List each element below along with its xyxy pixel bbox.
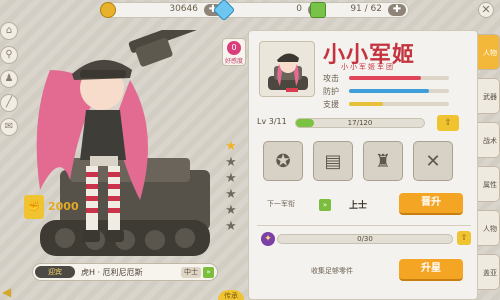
game-screen: 30646 ✚ 0 ✚ 91 / 62 ✚ ✕ ⌂ ⚲ ♟ ╱ ✉ ◀ [0,0,500,300]
tab-attributes[interactable]: 属性 [478,166,500,202]
tab-character-2[interactable]: 人物 [478,210,500,246]
fragment-track: 0/30 [277,234,453,244]
xp-track: 17/120 [295,118,425,128]
right-tab-bar: 人物 武器 战术 属性 人物 盖亚 [478,34,500,298]
search-icon[interactable]: ⚲ [0,46,18,64]
resource-bar: 30646 ✚ 0 ✚ 91 / 62 ✚ [95,0,455,22]
divider [257,225,471,226]
stamina-icon [310,2,326,18]
stat-support: 支援 [323,99,463,109]
game-logo-subtitle: 小小军姬军团 [341,63,395,71]
stamina-value: 91 / 62 [350,4,382,14]
combat-power-value: 2000 [48,200,79,213]
tab-tactics[interactable]: 战术 [478,122,500,158]
equipment-row: ✪ ▤ ♜ ✕ [257,141,471,185]
gold-counter: 30646 ✚ [100,2,225,18]
favor-badge[interactable]: 0 好感度 [222,38,246,66]
promote-button[interactable]: 晋升 [399,193,463,215]
star-up-button[interactable]: 升星 [399,259,463,281]
character-illustration [20,15,230,270]
favor-label: 好感度 [224,58,243,65]
tab-character[interactable]: 人物 [478,34,500,70]
fragment-progress-text: 0/30 [357,235,373,243]
fist-icon: ✊ [24,195,44,219]
character-rank: 中士 [181,267,201,278]
tank-girl-art [36,15,210,256]
close-button[interactable]: ✕ [478,2,494,18]
medal-icon[interactable]: ✪ [263,141,303,181]
collect-hint: 收集足够零件 [311,267,353,275]
level-label: Lv 3/11 [257,117,287,126]
character-name: 虎H · 厄利尼厄斯 [81,268,143,277]
fragment-row: ✦ 0/30 ⇧ [257,231,471,247]
stat-fill [349,102,383,106]
star-icon: ★ [225,171,237,186]
stat-track [349,89,449,93]
stat-attack: 攻击 [323,73,463,83]
character-name-bar: 迎宾 虎H · 厄利尼厄斯 中士 » [32,263,218,281]
coin-icon [100,2,116,18]
stat-fill [349,76,421,80]
stat-label: 防护 [323,87,339,96]
next-rank-value: 上士 [349,201,368,211]
prev-character-arrow-icon[interactable]: ◀ [2,285,14,299]
stat-fill [349,89,429,93]
star-icon: ★ [225,139,237,154]
fragment-add-button[interactable]: ⇧ [457,231,471,245]
tab-weapon[interactable]: 武器 [478,78,500,114]
add-stamina-button[interactable]: ✚ [388,4,406,16]
combat-power: ✊ 2000 [24,195,104,219]
rank-chevron-icon: » [203,267,214,278]
stat-defense: 防护 [323,86,463,96]
gold-value: 30646 [169,4,198,14]
favor-count: 0 [227,41,241,55]
tools-icon[interactable]: ✕ [413,141,453,181]
star-rating: ★ ★ ★ ★ ★ ★ [224,140,238,236]
stat-track [349,76,449,80]
next-rank-label: 下一军衔 [267,200,295,208]
star-icon: ★ [225,187,237,202]
chibi-tank-art [268,53,308,92]
fragment-gem-icon: ✦ [261,232,275,246]
star-icon: ★ [225,203,237,218]
tab-gaia[interactable]: 盖亚 [478,254,500,290]
chibi-portrait [259,41,315,97]
stat-label: 攻击 [323,74,339,83]
character-info-panel: 小小军姬 小小军姬军团 攻击 防护 支援 Lv 3/11 17/120 ⇧ ✪ … [248,30,478,300]
stat-track [349,102,449,106]
person-icon[interactable]: ♟ [0,70,18,88]
inherit-button[interactable]: 传承 [218,290,244,300]
star-icon: ★ [225,219,237,234]
home-icon[interactable]: ⌂ [0,22,18,40]
book-icon[interactable]: ▤ [313,141,353,181]
stamina-counter: 91 / 62 ✚ [310,2,409,18]
star-icon: ★ [225,155,237,170]
level-up-button[interactable]: ⇧ [437,115,459,131]
rank-chevron-icon: » [319,199,331,211]
xp-text: 17/120 [347,119,373,127]
stat-label: 支援 [323,100,339,109]
chat-icon[interactable]: ✉ [0,118,18,136]
level-row: Lv 3/11 17/120 ⇧ [257,115,471,131]
left-toolbar: ⌂ ⚲ ♟ ╱ ✉ [0,22,20,142]
character-tag: 迎宾 [35,266,75,278]
diamond-value: 0 [296,4,302,14]
uniform-icon[interactable]: ♜ [363,141,403,181]
rifle-icon[interactable]: ╱ [0,94,18,112]
